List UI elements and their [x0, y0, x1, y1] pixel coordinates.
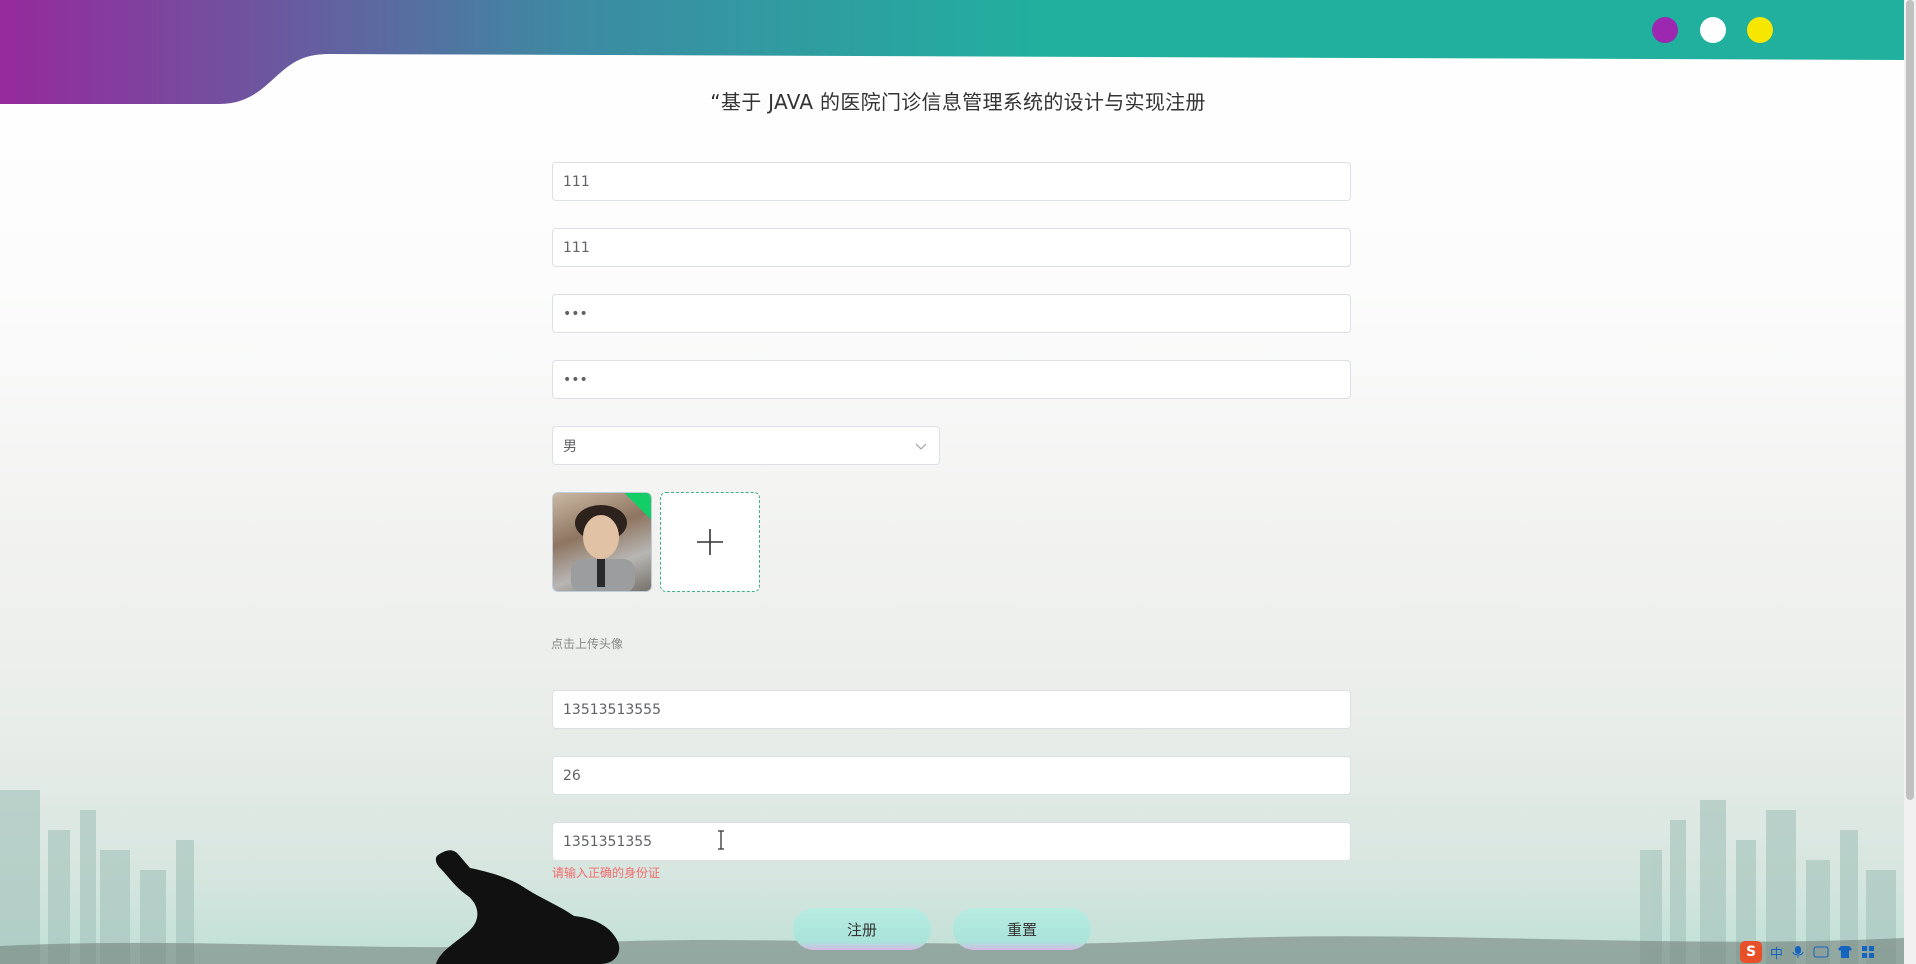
reset-button[interactable]: 重置 — [953, 908, 1091, 950]
upload-avatar-button[interactable] — [660, 492, 760, 592]
plus-icon — [697, 529, 723, 555]
ime-toolbar[interactable]: S 中 — [1740, 940, 1875, 964]
ime-mode[interactable]: 中 — [1770, 943, 1783, 962]
name-input[interactable] — [552, 228, 1351, 267]
sogou-logo-icon: S — [1740, 941, 1762, 963]
phone-input[interactable] — [552, 690, 1351, 729]
confirm-password-input[interactable] — [552, 360, 1351, 399]
password-input[interactable] — [552, 294, 1351, 333]
city-landscape-background — [0, 790, 1904, 964]
account-input[interactable] — [552, 162, 1351, 201]
scrollbar-thumb[interactable] — [1906, 0, 1914, 800]
microphone-icon[interactable] — [1791, 945, 1805, 959]
keyboard-icon[interactable] — [1813, 946, 1829, 958]
gender-select-value: 男 — [563, 438, 577, 455]
chevron-down-icon — [915, 443, 927, 450]
avatar-thumbnail[interactable] — [552, 492, 652, 592]
gender-select[interactable]: 男 — [552, 426, 940, 465]
theme-white-dot[interactable] — [1700, 17, 1726, 43]
avatar-photo — [571, 505, 635, 591]
skin-shirt-icon[interactable] — [1837, 945, 1853, 959]
grid-menu-icon[interactable] — [1861, 945, 1875, 959]
theme-yellow-dot[interactable] — [1747, 17, 1773, 43]
theme-purple-dot[interactable] — [1652, 17, 1678, 43]
page-title: “基于 JAVA 的医院门诊信息管理系统的设计与实现注册 — [710, 90, 1206, 114]
register-button[interactable]: 注册 — [793, 908, 931, 950]
upload-hint: 点击上传头像 — [551, 637, 624, 651]
